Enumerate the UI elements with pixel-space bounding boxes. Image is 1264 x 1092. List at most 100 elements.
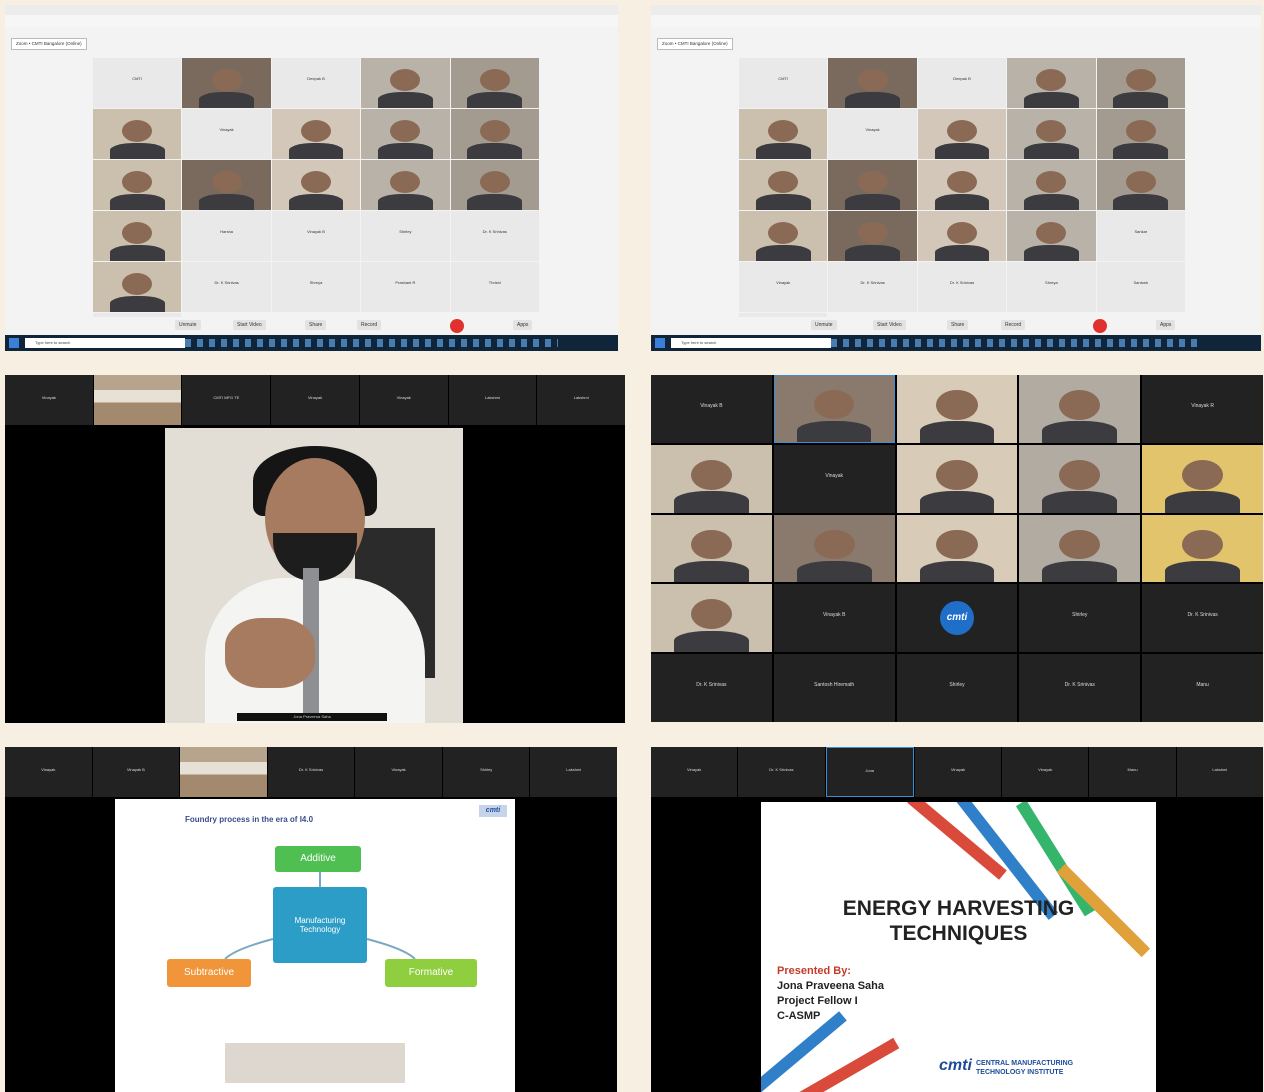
participant-tile[interactable] (93, 109, 182, 159)
end-meeting-button[interactable] (1093, 319, 1107, 333)
participant-tile[interactable] (1142, 514, 1263, 583)
participant-tile[interactable]: Vinayak B (651, 375, 772, 443)
participant-tile[interactable]: Shirley (896, 654, 1018, 722)
taskbar-search[interactable]: Type here to search (25, 338, 185, 348)
participant-tile[interactable] (739, 160, 828, 210)
participant-tile[interactable] (651, 444, 772, 513)
record-button[interactable]: Record (1001, 320, 1026, 330)
participant-tile[interactable]: Shirley (361, 211, 450, 261)
participant-tile[interactable] (271, 160, 361, 210)
meeting-tab[interactable]: Zoom • CMTI Bangalore (Online) (657, 38, 733, 50)
participant-tile[interactable]: Dr. K Srinivas (651, 654, 772, 722)
participant-tile[interactable]: Santosh (1096, 262, 1185, 312)
windows-start-icon[interactable] (655, 338, 665, 348)
strip-tile[interactable]: Vinayak (5, 375, 93, 425)
participant-tile[interactable]: Prashant R (361, 262, 450, 312)
participant-tile[interactable] (361, 58, 450, 108)
participant-tile[interactable] (93, 160, 182, 210)
participant-tile[interactable] (361, 109, 450, 159)
strip-tile[interactable]: Shirley (442, 747, 530, 797)
participant-tile[interactable] (917, 109, 1007, 159)
participant-tile[interactable]: Vinayak (182, 109, 271, 159)
participant-tile[interactable] (773, 514, 895, 583)
participant-tile[interactable] (1019, 514, 1141, 583)
participant-tile[interactable]: Manu (1142, 654, 1263, 722)
record-button[interactable]: Record (357, 320, 382, 330)
strip-tile[interactable] (93, 375, 182, 425)
participant-tile[interactable]: Dr. K Srinivas (828, 262, 917, 312)
participant-tile[interactable] (917, 211, 1007, 261)
participant-tile[interactable] (896, 375, 1018, 443)
participant-tile[interactable]: Sankar (1096, 211, 1185, 261)
participant-tile[interactable]: cmti (896, 584, 1018, 653)
apps-button[interactable]: Apps (1156, 320, 1176, 330)
apps-button[interactable]: Apps (513, 320, 533, 330)
participant-tile[interactable] (651, 584, 772, 653)
participant-tile[interactable] (773, 375, 895, 443)
participant-tile[interactable]: Vinayak B (773, 584, 895, 653)
strip-tile[interactable]: Vinayak (914, 747, 1002, 797)
participant-tile[interactable] (896, 514, 1018, 583)
participant-tile[interactable] (1019, 444, 1141, 513)
participant-tile[interactable] (828, 211, 917, 261)
participant-tile[interactable] (450, 58, 539, 108)
participant-tile[interactable] (450, 109, 539, 159)
participant-tile[interactable] (1007, 211, 1096, 261)
participant-tile[interactable] (182, 58, 271, 108)
participant-tile[interactable]: Santosh Hiremath (773, 654, 895, 722)
strip-tile[interactable]: Vinayak (359, 375, 448, 425)
strip-tile[interactable]: Lakshmi (537, 375, 625, 425)
unmute-button[interactable]: Unmute (811, 320, 837, 330)
unmute-button[interactable]: Unmute (175, 320, 201, 330)
participant-tile[interactable]: Thrishi (450, 262, 539, 312)
participant-tile[interactable]: Vinayak B (271, 211, 361, 261)
taskbar-app-icons[interactable] (831, 339, 1201, 347)
strip-tile[interactable]: Dr. K Srinivas (738, 747, 825, 797)
participant-tile[interactable] (361, 160, 450, 210)
participant-tile[interactable]: Dr. K Srinivas (1019, 654, 1141, 722)
strip-tile[interactable] (180, 747, 267, 797)
strip-tile[interactable]: Manu (1089, 747, 1176, 797)
strip-tile[interactable]: CMTI MFG TE (182, 375, 271, 425)
participant-tile[interactable]: Vinayak (773, 444, 895, 513)
strip-tile[interactable]: Vinayak B (92, 747, 180, 797)
participant-tile[interactable] (739, 109, 828, 159)
end-meeting-button[interactable] (450, 319, 464, 333)
taskbar-search[interactable]: Type here to search (671, 338, 831, 348)
participant-tile[interactable]: CMTI (739, 58, 828, 108)
participant-tile[interactable] (450, 160, 539, 210)
participant-tile[interactable]: Dr. K Srinivas (450, 211, 539, 261)
strip-tile[interactable]: Lakshmi (448, 375, 537, 425)
participant-tile[interactable]: Vinayak (828, 109, 917, 159)
strip-tile[interactable]: Vinayak (651, 747, 738, 797)
participant-tile[interactable]: Shreya (271, 262, 361, 312)
participant-tile[interactable] (896, 444, 1018, 513)
windows-start-icon[interactable] (9, 338, 19, 348)
participant-tile[interactable] (93, 211, 182, 261)
participant-tile[interactable] (1019, 375, 1141, 443)
participant-tile[interactable] (651, 514, 772, 583)
participant-tile[interactable] (1142, 444, 1263, 513)
participant-tile[interactable]: Dr. K Srinivas (917, 262, 1007, 312)
share-button[interactable]: Share (947, 320, 969, 330)
participant-tile[interactable] (739, 211, 828, 261)
participant-tile[interactable] (1096, 58, 1185, 108)
participant-tile[interactable]: Dr. K Srinivas (182, 262, 271, 312)
participant-tile[interactable]: Vinayak R (1142, 375, 1263, 443)
participant-tile[interactable] (182, 160, 271, 210)
strip-tile[interactable]: Vinayak (5, 747, 92, 797)
participant-tile[interactable]: Harsha (182, 211, 271, 261)
taskbar-app-icons[interactable] (185, 339, 558, 347)
share-button[interactable]: Share (305, 320, 327, 330)
participant-tile[interactable] (1007, 109, 1096, 159)
participant-tile[interactable] (1096, 109, 1185, 159)
participant-tile[interactable]: CMTI (93, 58, 182, 108)
participant-tile[interactable]: Deepak B (271, 58, 361, 108)
participant-tile[interactable] (1096, 160, 1185, 210)
meeting-tab[interactable]: Zoom • CMTI Bangalore (Online) (11, 38, 87, 50)
participant-tile[interactable] (271, 109, 361, 159)
strip-tile[interactable]: Dr. K Srinivas (267, 747, 355, 797)
participant-tile[interactable]: Vinayak (739, 262, 828, 312)
participant-tile[interactable] (1007, 58, 1096, 108)
participant-tile[interactable] (828, 160, 917, 210)
